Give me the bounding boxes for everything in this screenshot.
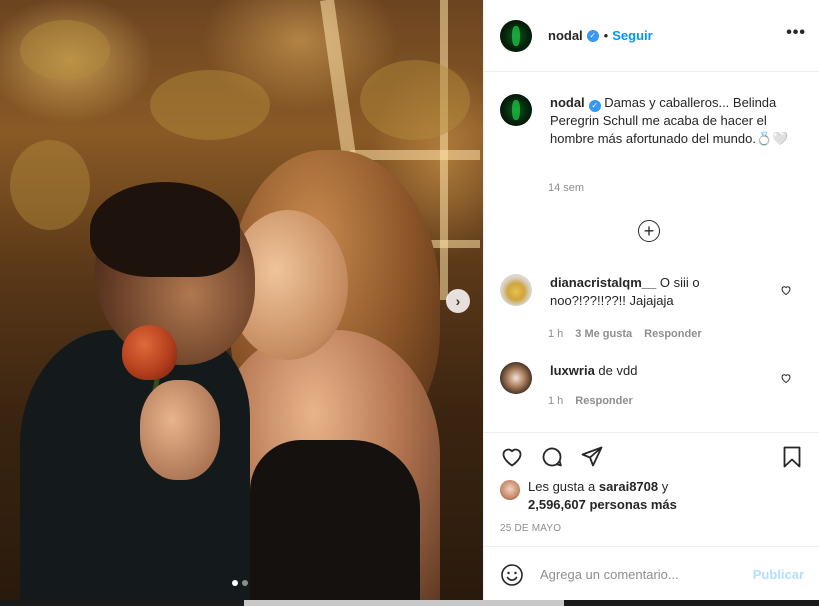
reply-button[interactable]: Responder (644, 328, 701, 340)
post-date[interactable]: 25 DE MAYO (500, 523, 561, 534)
likes-user[interactable]: sarai8708 (599, 479, 658, 494)
likes-connector: y (661, 479, 669, 494)
photo-scaffold (440, 0, 448, 300)
likes-text: Les gusta a sarai8708 y 2,596,607 person… (528, 478, 677, 514)
post-photo[interactable]: › (0, 0, 483, 600)
caption-text: nodal ✓ Damas y caballeros... Belinda Per… (550, 94, 790, 148)
caption-username[interactable]: nodal (550, 95, 585, 110)
avatar[interactable] (500, 480, 520, 500)
carousel-next-button[interactable]: › (446, 289, 470, 313)
share-icon[interactable] (580, 445, 604, 469)
avatar[interactable] (500, 94, 532, 126)
comment-timestamp[interactable]: 1 h (548, 395, 563, 407)
heart-icon[interactable] (500, 445, 524, 469)
save-icon[interactable] (780, 445, 804, 469)
likes-summary: Les gusta a sarai8708 y 2,596,607 person… (500, 478, 677, 514)
horizontal-scrollbar[interactable] (0, 600, 819, 606)
carousel-dots (232, 580, 248, 586)
carousel-dot (242, 580, 248, 586)
photo-dress (250, 440, 420, 600)
comment-username[interactable]: luxwria (550, 363, 595, 378)
post-username[interactable]: nodal (548, 28, 583, 43)
comment-icon[interactable] (540, 445, 564, 469)
photo-foliage (150, 70, 270, 140)
comment-likes-count[interactable]: 3 Me gusta (575, 328, 632, 340)
post-header: nodal ✓ • Seguir ••• (484, 0, 819, 72)
photo-foliage (10, 140, 90, 230)
comment-text: luxwria de vdd (550, 362, 770, 394)
comment-item: dianacristalqm__ O siii o noo?!??!!??!! … (500, 274, 806, 340)
add-comment-bar: Publicar (484, 546, 819, 602)
comment-timestamp[interactable]: 1 h (548, 328, 563, 340)
verified-badge-icon: ✓ (586, 29, 599, 42)
photo-foliage (360, 60, 470, 140)
plus-circle-icon: + (643, 221, 655, 241)
action-bar (484, 432, 819, 480)
emoji-icon[interactable] (500, 563, 524, 587)
comment-meta: 1 h 3 Me gusta Responder (548, 328, 702, 340)
comment-username[interactable]: dianacristalqm__ (550, 275, 656, 290)
comment-item: luxwria de vdd 1 h Responder (500, 362, 806, 407)
comment-input[interactable] (540, 567, 740, 582)
follow-button[interactable]: Seguir (612, 28, 652, 43)
caption-timestamp[interactable]: 14 sem (548, 182, 584, 194)
more-options-icon[interactable]: ••• (786, 25, 806, 41)
comments-list[interactable]: nodal ✓ Damas y caballeros... Belinda Per… (484, 72, 819, 432)
likes-count[interactable]: 2,596,607 personas más (528, 497, 677, 512)
carousel-dot-active (232, 580, 238, 586)
comment-meta: 1 h Responder (548, 395, 633, 407)
avatar[interactable] (500, 362, 532, 394)
header-separator: • (603, 28, 609, 43)
publish-button[interactable]: Publicar (753, 567, 804, 582)
post-panel: nodal ✓ • Seguir ••• nodal ✓ Damas y caba… (483, 0, 819, 606)
photo-foliage (20, 20, 110, 80)
reply-button[interactable]: Responder (575, 395, 632, 407)
caption-body: Damas y caballeros... Belinda Peregrin S… (550, 95, 789, 146)
heart-icon[interactable] (780, 372, 792, 384)
comment-text: dianacristalqm__ O siii o noo?!??!!??!! … (550, 274, 770, 310)
comment-body: de vdd (598, 363, 638, 378)
chevron-right-icon: › (455, 293, 461, 309)
heart-icon[interactable] (780, 284, 792, 296)
load-more-comments-button[interactable]: + (638, 220, 660, 242)
verified-badge-icon: ✓ (588, 100, 601, 112)
likes-prefix: Les gusta a (528, 479, 596, 494)
post-caption: nodal ✓ Damas y caballeros... Belinda Per… (500, 94, 806, 194)
scrollbar-thumb[interactable] (244, 600, 564, 606)
avatar[interactable] (500, 19, 532, 52)
photo-rose (122, 325, 177, 380)
photo-man-hair (90, 182, 240, 277)
avatar[interactable] (500, 274, 532, 306)
photo-hand (140, 380, 220, 480)
